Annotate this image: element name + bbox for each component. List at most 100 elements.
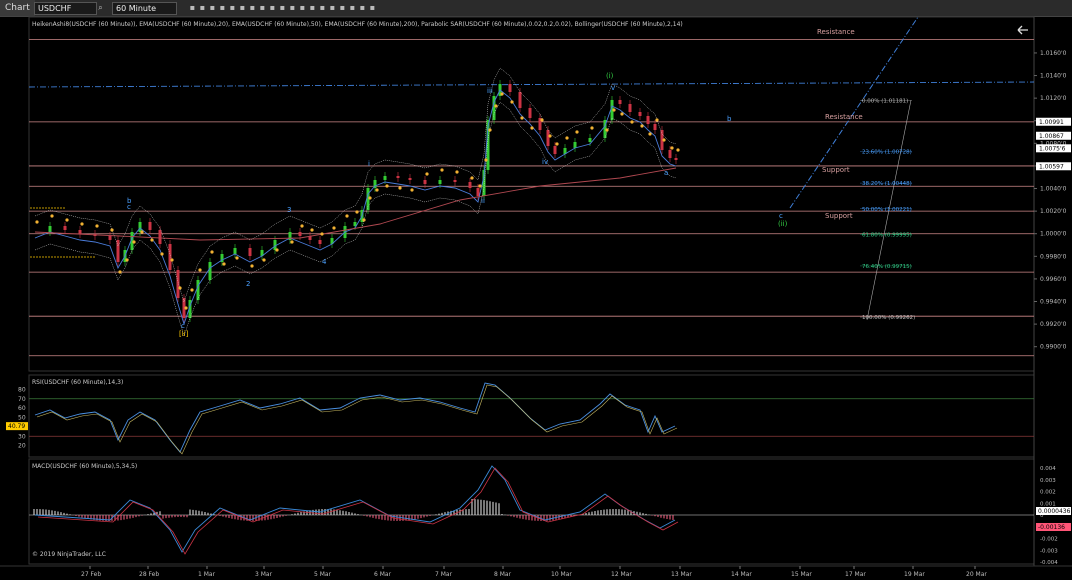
macd-panel-header: MACD(USDCHF (60 Minute),5,34,5) <box>32 463 137 470</box>
sr-label: Resistance <box>817 28 855 36</box>
wave-label: c <box>181 322 185 330</box>
candle <box>638 112 642 116</box>
wave-label: (i) <box>606 72 614 80</box>
x-axis-label: 12 Mar <box>611 571 632 578</box>
macd-y-tick: -0.003 <box>1040 548 1058 554</box>
copyright-text: © 2019 NinjaTrader, LLC <box>32 551 106 558</box>
macd-y-tick: 0.002 <box>1040 490 1056 496</box>
sar-dot <box>620 112 624 116</box>
candle <box>233 248 237 254</box>
candle <box>196 280 200 300</box>
price-y-tick: 1.0040'0 <box>1040 186 1067 193</box>
price-y-tick: 1.0120'0 <box>1040 95 1067 102</box>
sar-dot <box>184 306 188 310</box>
sar-dot <box>488 128 492 132</box>
sar-dot <box>612 108 616 112</box>
candle <box>438 180 442 184</box>
candle <box>628 104 632 112</box>
price-panel-header: HeikenAshi8(USDCHF (60 Minute)), EMA(USD… <box>32 21 683 28</box>
sar-dot <box>300 224 304 228</box>
macd-y-tick: -0.002 <box>1040 537 1058 543</box>
rsi-y-tick: 70 <box>18 396 26 403</box>
sar-dot <box>235 256 239 260</box>
x-axis-label: 28 Feb <box>139 571 159 578</box>
sar-dot <box>630 120 634 124</box>
x-axis-label: 10 Mar <box>551 571 572 578</box>
sar-dot <box>640 124 644 128</box>
candle <box>646 116 650 124</box>
sar-dot <box>575 130 579 134</box>
wave-label: ii <box>481 197 485 205</box>
fib-label: 61.80% (0.99995) <box>862 232 912 238</box>
x-axis-label: 7 Mar <box>435 571 453 578</box>
sar-dot <box>65 218 69 222</box>
candle <box>508 84 512 92</box>
macd-y-tick: -0.004 <box>1040 560 1058 566</box>
x-axis-label: 1 Mar <box>198 571 216 578</box>
wave-label: b <box>727 115 732 123</box>
x-axis-label: 8 Mar <box>494 571 512 578</box>
fib-label: 38.20% (1.00448) <box>862 181 912 187</box>
sar-dot <box>455 170 459 174</box>
sar-dot <box>398 186 402 190</box>
sar-dot <box>222 262 226 266</box>
sar-dot <box>520 116 524 120</box>
wave-label: iii <box>487 87 493 95</box>
sar-dot <box>510 100 514 104</box>
sar-dot <box>332 226 336 230</box>
price-y-tick: 1.0140'0 <box>1040 73 1067 80</box>
sar-dot <box>310 228 314 232</box>
sar-dot <box>605 128 609 132</box>
x-axis-label: 5 Mar <box>314 571 332 578</box>
price-badge-text: 1.00867 <box>1039 133 1064 140</box>
candle <box>618 100 622 104</box>
price-badge-text: 1.00597 <box>1039 163 1064 170</box>
candle <box>148 222 152 230</box>
fib-label: 0.00% (1.01181) <box>862 98 908 104</box>
candle <box>48 226 52 232</box>
candle <box>176 270 180 298</box>
rsi-panel-header: RSI(USDCHF (60 Minute),14,3) <box>32 379 123 386</box>
wave-label: 2 <box>246 280 250 288</box>
sar-dot <box>484 158 488 162</box>
candle <box>476 188 480 196</box>
price-y-tick: 1.0160'0 <box>1040 50 1067 57</box>
candle <box>518 92 522 108</box>
price-y-tick: 0.9940'0 <box>1040 299 1067 306</box>
sar-dot <box>95 224 99 228</box>
x-axis-label: 20 Mar <box>966 571 987 578</box>
sar-dot <box>655 118 659 122</box>
chart-canvas[interactable]: HeikenAshi8(USDCHF (60 Minute)), EMA(USD… <box>0 0 1072 580</box>
sar-dot <box>662 138 666 142</box>
candle <box>248 248 252 256</box>
price-y-tick: 1.0000'0 <box>1040 231 1067 238</box>
wave-label: c <box>779 212 783 220</box>
sar-dot <box>178 286 182 290</box>
rsi-y-tick: 20 <box>18 443 26 450</box>
x-axis-label: 15 Mar <box>791 571 812 578</box>
sar-dot <box>478 184 482 188</box>
x-axis-label: 14 Mar <box>731 571 752 578</box>
price-y-tick: 0.9900'0 <box>1040 344 1067 351</box>
candle <box>423 180 427 184</box>
price-badge-text: 1.0075'6 <box>1039 145 1066 152</box>
x-axis-label: 17 Mar <box>845 571 866 578</box>
candle <box>528 108 532 118</box>
sar-dot <box>125 258 129 262</box>
wave-label: iv <box>542 158 548 166</box>
wave-label: 4 <box>322 258 327 266</box>
rsi-y-tick: 60 <box>18 405 26 412</box>
sar-dot <box>362 218 366 222</box>
rsi-y-tick: 80 <box>18 386 26 393</box>
price-badge-text: 1.00991 <box>1039 119 1064 126</box>
rsi-y-tick: 50 <box>18 415 26 422</box>
x-axis-label: 13 Mar <box>671 571 692 578</box>
rsi-value-badge-text: 40.79 <box>8 423 25 430</box>
wave-label: (ii) <box>778 220 788 228</box>
sar-dot <box>160 252 164 256</box>
sar-dot <box>555 142 559 146</box>
sar-dot <box>670 146 674 150</box>
candle <box>468 182 472 188</box>
candle <box>208 262 212 280</box>
wave-label: c <box>127 203 131 211</box>
